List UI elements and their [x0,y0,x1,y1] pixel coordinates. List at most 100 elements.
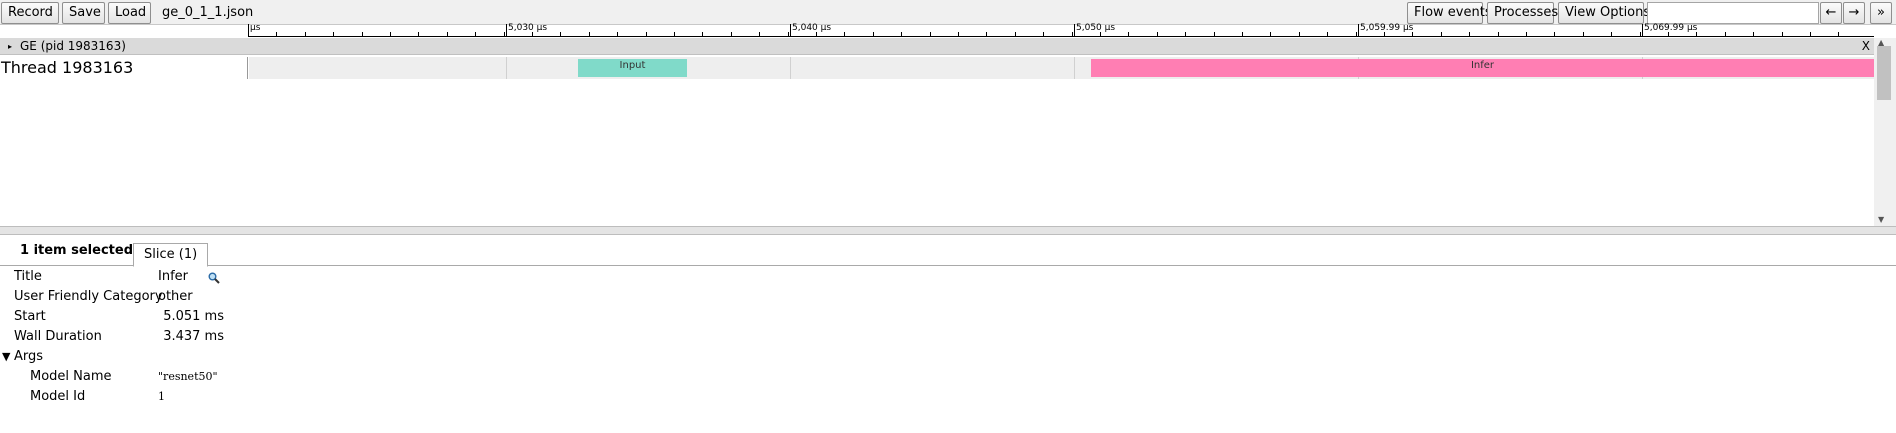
ruler-minor-tick [1696,32,1698,36]
ruler-minor-tick [1753,32,1755,36]
slice-input[interactable]: Input [578,59,687,77]
expand-toggle-icon[interactable]: ▸ [8,38,12,55]
view-options-button[interactable]: View Options [1558,2,1650,24]
ruler-minor-tick [418,32,420,36]
ruler-label: 5,059.99 μs [1360,23,1414,33]
ruler-minor-tick [901,32,903,36]
ruler-minor-tick [1469,32,1471,36]
prev-result-button[interactable]: ← [1820,2,1842,24]
ruler-minor-tick [1724,32,1726,36]
category-key: User Friendly Category [14,289,163,304]
panel-resize-handle[interactable] [0,226,1896,235]
ruler-minor-tick [1810,32,1811,36]
processes-button[interactable]: Processes [1487,2,1558,24]
ruler-minor-tick [1014,32,1016,36]
grid-line [790,57,791,79]
ruler-minor-tick [1355,32,1357,36]
ruler-minor-tick [1071,32,1073,36]
ruler-minor-tick [1327,32,1329,36]
ruler-minor-tick [1128,32,1130,36]
time-ruler: μs 5,030 μs 5,040 μs 5,050 μs 5,059.99 μ… [248,23,1874,37]
title-key: Title [14,269,42,284]
ruler-minor-tick [248,32,249,36]
ruler-minor-tick [1668,32,1669,36]
ruler-minor-tick [617,32,619,36]
next-result-button[interactable]: → [1843,2,1865,24]
ruler-minor-tick [958,32,959,36]
ruler-minor-tick [1582,32,1584,36]
file-name: ge_0_1_1.json [162,5,254,20]
ruler-minor-tick [1838,32,1840,36]
process-title: GE (pid 1983163) [20,39,126,53]
ruler-minor-tick [1384,32,1385,36]
process-header[interactable]: ▸ GE (pid 1983163) X [0,38,1874,55]
ruler-minor-tick [702,32,704,36]
args-collapse-icon[interactable]: ▼ [2,347,10,367]
duration-value: 3.437 ms [163,329,224,344]
toolbar: Record Save Load ge_0_1_1.json Flow even… [0,0,1896,25]
ruler-label: 5,050 μs [1076,23,1116,33]
start-value: 5.051 ms [163,309,224,324]
close-process-button[interactable]: X [1862,38,1870,55]
args-key: Args [14,349,44,364]
slice-infer[interactable]: Infer [1091,59,1874,77]
model-name-value: "resnet50" [158,370,218,383]
ruler-minor-tick [730,32,732,36]
ruler-minor-tick [1100,32,1101,36]
ruler-minor-tick [1213,32,1215,36]
detail-row-start: Start 5.051 ms [0,307,700,327]
search-icon[interactable] [208,271,220,284]
search-input[interactable] [1647,2,1819,24]
ruler-minor-tick [1185,32,1187,36]
detail-row-args[interactable]: ▼ Args [0,347,700,367]
ruler-label: μs [250,23,261,33]
ruler-label: 5,030 μs [508,23,548,33]
load-button[interactable]: Load [108,2,151,24]
detail-row-model-id: Model Id 1 [0,387,700,407]
ruler-minor-tick [1242,32,1243,36]
ruler-minor-tick [1412,32,1414,36]
ruler-minor-tick [872,32,874,36]
ruler-minor-tick [1639,32,1641,36]
ruler-minor-tick [304,32,306,36]
thread-track[interactable]: Input Infer [249,57,1874,79]
save-button[interactable]: Save [62,2,105,24]
ruler-minor-tick [1611,32,1613,36]
ruler-minor-tick [1270,32,1272,36]
detail-row-model-name: Model Name "resnet50" [0,367,700,387]
ruler-label: 5,069.99 μs [1644,23,1698,33]
more-button[interactable]: » [1870,2,1892,24]
analysis-tab-bar: 1 item selected. Slice (1) [0,235,1896,267]
ruler-minor-tick [446,32,448,36]
model-id-value: 1 [158,390,165,403]
ruler-minor-tick [645,32,647,36]
detail-row-title: Title Infer [0,267,700,287]
ruler-minor-tick [844,32,846,36]
ruler-minor-tick [787,32,789,36]
selection-count: 1 item selected. [20,243,138,258]
ruler-minor-tick [276,32,278,36]
duration-key: Wall Duration [14,329,102,344]
thread-label: Thread 1983163 [0,57,248,79]
ruler-minor-tick [588,32,590,36]
ruler-minor-tick [1781,32,1783,36]
ruler-minor-tick [816,32,817,36]
ruler-minor-tick [560,32,562,36]
detail-row-duration: Wall Duration 3.437 ms [0,327,700,347]
model-name-key: Model Name [30,369,112,384]
vertical-scrollbar[interactable]: ▲ ▼ [1874,38,1896,226]
ruler-minor-tick [503,32,505,36]
start-key: Start [14,309,46,324]
ruler-minor-tick [1298,32,1300,36]
tab-slice[interactable]: Slice (1) [133,243,209,267]
flow-events-button[interactable]: Flow events [1407,2,1492,24]
ruler-minor-tick [1554,32,1556,36]
category-value: other [158,289,193,304]
record-button[interactable]: Record [1,2,59,24]
ruler-minor-tick [532,32,533,36]
ruler-minor-tick [1156,32,1158,36]
scrollbar-thumb[interactable] [1877,46,1891,100]
title-value: Infer [158,269,188,284]
ruler-minor-tick [1526,32,1527,36]
scroll-down-icon[interactable]: ▼ [1878,216,1884,224]
